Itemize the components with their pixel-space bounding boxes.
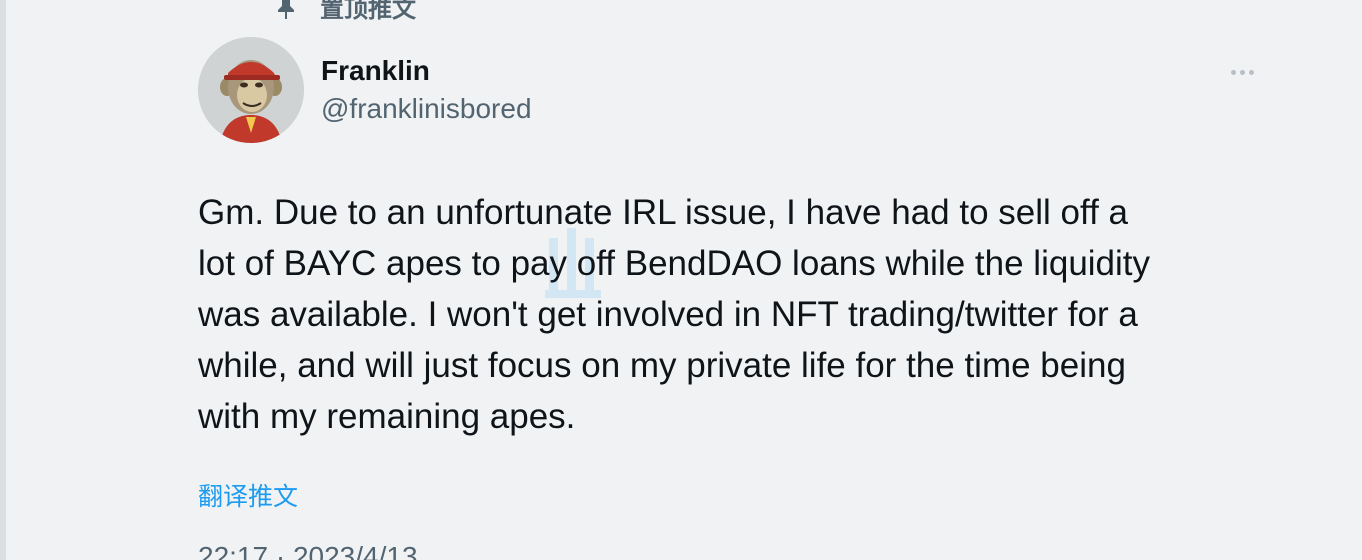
tweet-timestamp[interactable]: 22:17 · 2023/4/13 — [198, 540, 418, 560]
pinned-indicator: 置顶推文 — [272, 0, 416, 23]
more-button[interactable] — [1228, 60, 1258, 84]
author-display-name[interactable]: Franklin — [321, 52, 532, 90]
pin-icon — [278, 0, 294, 19]
author-info: Franklin @franklinisbored — [321, 52, 532, 128]
more-horizontal-icon — [1249, 70, 1254, 75]
tweet-page: 置顶推文 Franklin @franklinisbored Gm. Due t… — [0, 0, 1362, 560]
timeline-border — [0, 0, 6, 560]
bored-ape-avatar-icon — [198, 37, 304, 143]
translate-tweet-link[interactable]: 翻译推文 — [198, 480, 298, 514]
pinned-label: 置顶推文 — [320, 0, 416, 23]
avatar[interactable] — [198, 37, 304, 143]
tweet-text: Gm. Due to an unfortunate IRL issue, I h… — [198, 193, 1151, 436]
more-horizontal-icon — [1240, 70, 1245, 75]
more-horizontal-icon — [1231, 70, 1236, 75]
author-handle[interactable]: @franklinisbored — [321, 90, 532, 128]
